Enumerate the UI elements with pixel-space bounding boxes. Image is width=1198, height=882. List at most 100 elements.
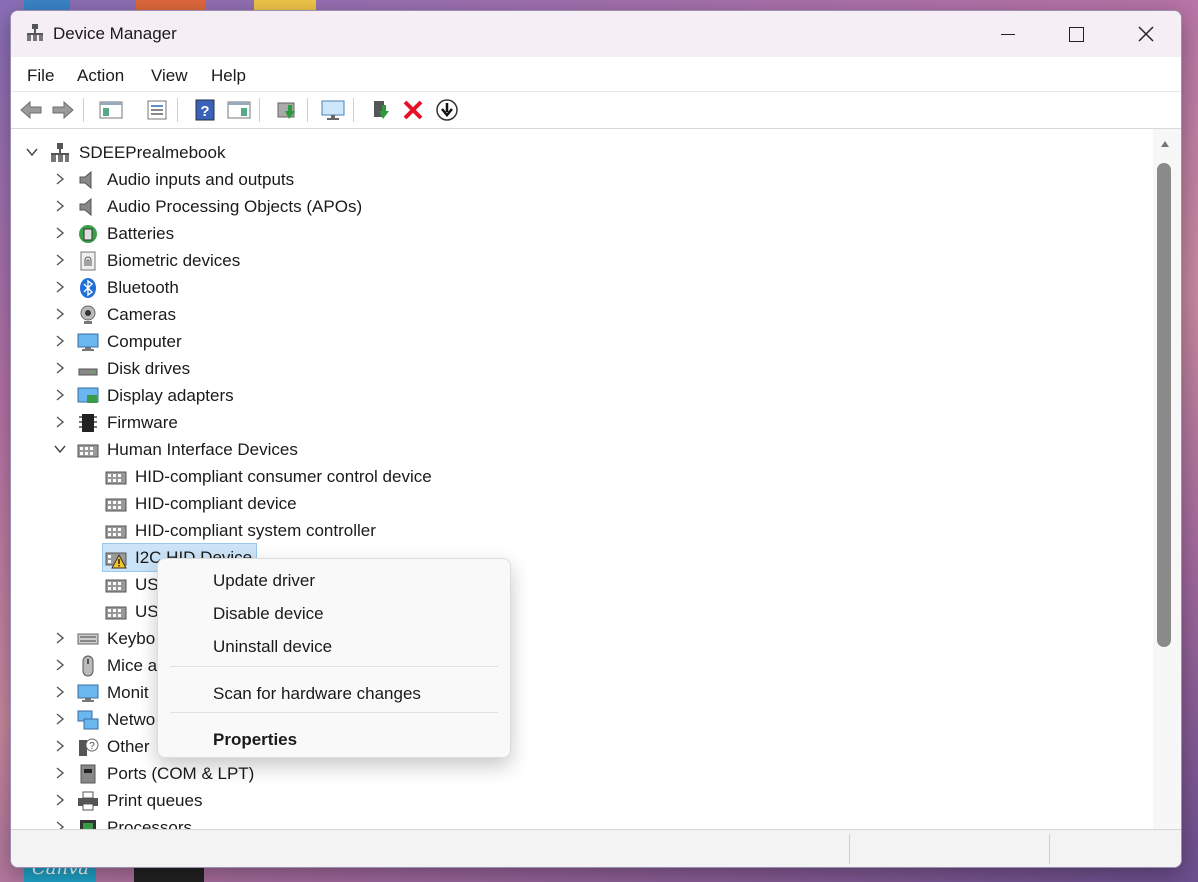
desktop-app-icon[interactable] bbox=[136, 0, 206, 10]
chevron-right-icon[interactable] bbox=[53, 226, 67, 240]
close-button[interactable] bbox=[1111, 11, 1181, 57]
chevron-right-icon[interactable] bbox=[53, 766, 67, 780]
tree-category[interactable]: Processors bbox=[77, 814, 192, 829]
speaker-icon bbox=[79, 197, 92, 216]
tree-category[interactable]: Print queues bbox=[77, 787, 202, 814]
menu-file[interactable]: File bbox=[27, 66, 54, 86]
category-label: Monit bbox=[107, 682, 149, 702]
tree-category[interactable]: Mice a bbox=[77, 652, 157, 679]
hid-icon bbox=[105, 606, 127, 619]
chevron-right-icon[interactable] bbox=[53, 658, 67, 672]
tree-category[interactable]: Bluetooth bbox=[77, 274, 179, 301]
keyboard-icon bbox=[77, 633, 99, 644]
context-menu: Update driver Disable device Uninstall d… bbox=[157, 558, 511, 758]
properties-button[interactable] bbox=[143, 97, 171, 123]
tree-category[interactable]: Display adapters bbox=[77, 382, 234, 409]
chevron-right-icon[interactable] bbox=[53, 793, 67, 807]
tree-category[interactable]: Ports (COM & LPT) bbox=[77, 760, 254, 787]
menu-separator bbox=[170, 712, 498, 713]
status-bar bbox=[11, 829, 1181, 867]
tree-device[interactable]: HID-compliant device bbox=[105, 490, 297, 517]
minimize-button[interactable] bbox=[973, 11, 1043, 57]
back-button[interactable] bbox=[17, 97, 45, 123]
tree-category[interactable]: Audio Processing Objects (APOs) bbox=[77, 193, 362, 220]
chevron-right-icon[interactable] bbox=[53, 199, 67, 213]
mouse-icon bbox=[82, 655, 94, 676]
tree-root-label: SDEEPrealmebook bbox=[79, 142, 226, 162]
tree-device[interactable]: US bbox=[105, 571, 159, 598]
update-driver-menu-item[interactable]: Update driver bbox=[213, 571, 315, 591]
show-hide-console-tree-button[interactable] bbox=[97, 97, 125, 123]
category-label: Other bbox=[107, 736, 150, 756]
action-pane-button[interactable] bbox=[225, 97, 253, 123]
chevron-right-icon[interactable] bbox=[53, 415, 67, 429]
chevron-right-icon[interactable] bbox=[53, 253, 67, 267]
help-button[interactable]: ? bbox=[191, 97, 219, 123]
menu-bar: File Action View Help bbox=[11, 57, 1181, 92]
maximize-button[interactable] bbox=[1041, 11, 1111, 57]
title-bar[interactable]: Device Manager bbox=[11, 11, 1181, 57]
update-driver-button[interactable] bbox=[273, 97, 301, 123]
tree-category[interactable]: Computer bbox=[77, 328, 182, 355]
scroll-up-arrow-icon[interactable] bbox=[1161, 141, 1169, 147]
tree-device[interactable]: US bbox=[105, 598, 159, 625]
tree-device[interactable]: HID-compliant system controller bbox=[105, 517, 376, 544]
tree-device[interactable]: HID-compliant consumer control device bbox=[105, 463, 432, 490]
chevron-right-icon[interactable] bbox=[53, 172, 67, 186]
tree-category[interactable]: Monit bbox=[77, 679, 149, 706]
tree-category[interactable]: Biometric devices bbox=[77, 247, 240, 274]
chevron-right-icon[interactable] bbox=[53, 820, 67, 829]
chevron-right-icon[interactable] bbox=[53, 280, 67, 294]
chevron-right-icon[interactable] bbox=[53, 685, 67, 699]
category-label: Keybo bbox=[107, 628, 156, 648]
uninstall-device-menu-item[interactable]: Uninstall device bbox=[213, 637, 332, 657]
tree-category[interactable]: Firmware bbox=[77, 409, 178, 436]
battery-icon bbox=[79, 224, 97, 243]
menu-help[interactable]: Help bbox=[211, 66, 246, 86]
properties-menu-item[interactable]: Properties bbox=[213, 730, 297, 750]
add-driver-button[interactable] bbox=[367, 97, 395, 123]
tree-category[interactable]: Keybo bbox=[77, 625, 155, 652]
properties-icon bbox=[147, 100, 167, 120]
chevron-right-icon[interactable] bbox=[53, 712, 67, 726]
device-manager-app-icon bbox=[27, 24, 43, 41]
tree-category[interactable]: Batteries bbox=[77, 220, 174, 247]
forward-button[interactable] bbox=[49, 97, 77, 123]
category-label: Display adapters bbox=[107, 385, 234, 405]
disable-device-menu-item[interactable]: Disable device bbox=[213, 604, 324, 624]
category-label: Ports (COM & LPT) bbox=[107, 763, 255, 783]
vertical-scrollbar[interactable] bbox=[1153, 129, 1181, 829]
scan-hardware-menu-item[interactable]: Scan for hardware changes bbox=[213, 684, 421, 704]
scan-hardware-icon bbox=[321, 100, 345, 120]
toolbar-separator bbox=[353, 98, 354, 122]
action-pane-icon bbox=[227, 101, 251, 119]
scrollbar-thumb[interactable] bbox=[1157, 163, 1171, 647]
tree-category[interactable]: Disk drives bbox=[77, 355, 190, 382]
fingerprint-icon bbox=[80, 251, 96, 270]
tree-root[interactable]: SDEEPrealmebook bbox=[49, 139, 225, 166]
chevron-right-icon[interactable] bbox=[53, 307, 67, 321]
chevron-down-icon[interactable] bbox=[53, 442, 67, 456]
toolbar: ? bbox=[11, 92, 1181, 129]
chevron-right-icon[interactable] bbox=[53, 334, 67, 348]
download-button[interactable] bbox=[433, 97, 461, 123]
scan-hardware-button[interactable] bbox=[319, 97, 347, 123]
tree-category[interactable]: Netwo bbox=[77, 706, 155, 733]
tree-category[interactable]: ? Other bbox=[77, 733, 150, 760]
desktop-folder-icon[interactable] bbox=[254, 0, 316, 10]
chevron-right-icon[interactable] bbox=[53, 631, 67, 645]
chevron-right-icon[interactable] bbox=[53, 361, 67, 375]
tree-category-expanded[interactable]: Human Interface Devices bbox=[77, 436, 298, 463]
uninstall-button[interactable] bbox=[399, 97, 427, 123]
tree-category[interactable]: Audio inputs and outputs bbox=[77, 166, 294, 193]
menu-view[interactable]: View bbox=[151, 66, 188, 86]
tree-category[interactable]: Cameras bbox=[77, 301, 176, 328]
desktop-app-icon[interactable] bbox=[24, 0, 70, 10]
chevron-right-icon[interactable] bbox=[53, 388, 67, 402]
chevron-right-icon[interactable] bbox=[53, 739, 67, 753]
menu-action[interactable]: Action bbox=[77, 66, 124, 86]
category-label: Processors bbox=[107, 817, 193, 830]
chevron-down-icon[interactable] bbox=[25, 145, 39, 159]
disk-drive-icon bbox=[78, 368, 98, 375]
update-driver-icon bbox=[277, 102, 295, 119]
